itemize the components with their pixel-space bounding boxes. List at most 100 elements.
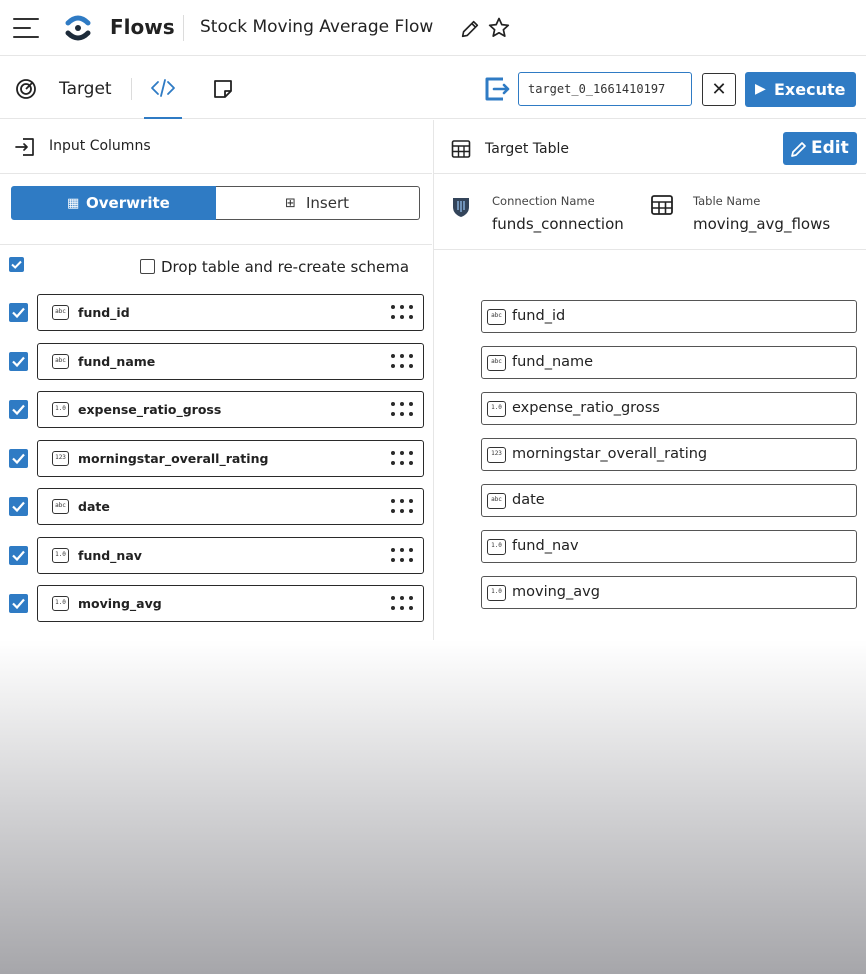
column-checkbox[interactable] [9,594,28,613]
edit-button[interactable]: Edit [783,132,857,165]
app-title: Flows [110,15,175,39]
input-column-row: 1.0 moving_avg [0,585,432,622]
column-type-icon: abc [52,305,69,320]
checkmark-icon [12,404,25,416]
connection-name-value: funds_connection [492,215,624,233]
column-name: date [78,499,110,514]
input-column-field[interactable]: 1.0 fund_nav [37,536,424,574]
column-type-icon: abc [52,353,69,369]
column-type-icon: 1.0 [487,585,506,601]
close-icon: ✕ [711,79,727,100]
overwrite-mode-button[interactable]: ▦ Overwrite [11,186,216,220]
connection-info: Connection Name funds_connection Table N… [434,175,866,250]
drag-handle-icon[interactable] [391,547,413,564]
tab-code[interactable] [144,57,182,119]
execute-button[interactable]: ▶ Execute [745,72,856,107]
column-type-icon: 1.0 [487,401,506,417]
target-column-name: morningstar_overall_rating [512,446,708,462]
column-checkbox[interactable] [9,303,28,322]
input-icon [15,138,34,156]
options-divider [0,244,432,245]
column-name: fund_id [78,305,130,320]
active-tab-indicator [144,117,182,119]
column-checkbox[interactable] [9,545,28,565]
select-all-checkbox[interactable] [9,257,24,272]
target-column-name: moving_avg [512,584,600,600]
checkmark-icon [12,501,25,513]
column-name: fund_name [78,353,156,369]
column-name: expense_ratio_gross [78,402,222,417]
drag-handle-icon[interactable] [391,305,413,321]
target-column-field[interactable]: 1.0 fund_nav [481,530,857,563]
favorite-star-icon[interactable] [487,16,511,40]
overwrite-label: Overwrite [86,194,170,212]
input-column-field[interactable]: abc fund_name [37,342,424,380]
column-type-icon: 1.0 [52,402,69,417]
input-column-field[interactable]: 123 morningstar_overall_rating [37,439,424,477]
node-toolbar: Target ✕ ▶ Execute [0,57,866,119]
target-table-panel: Target Table Edit Connection Name funds_… [433,120,866,640]
input-column-field[interactable]: 1.0 moving_avg [37,585,424,622]
header-divider [183,15,184,41]
target-name-input[interactable] [518,72,692,106]
target-column-field[interactable]: 123 morningstar_overall_rating [481,438,857,471]
drop-table-label: Drop table and re-create schema [161,258,410,276]
column-checkbox[interactable] [9,448,28,468]
column-type-icon: 1.0 [487,539,506,555]
table-name-label: Table Name [693,194,761,208]
target-column-field[interactable]: abc date [481,484,857,517]
target-column-name: fund_name [512,354,594,370]
input-column-field[interactable]: abc fund_id [37,294,424,331]
column-name: fund_nav [78,547,142,563]
column-name: morningstar_overall_rating [78,450,269,466]
target-column-field[interactable]: 1.0 expense_ratio_gross [481,392,857,425]
input-column-row: 1.0 expense_ratio_gross [0,391,432,428]
column-type-icon: abc [52,499,69,514]
target-column-field[interactable]: abc fund_name [481,346,857,379]
input-column-field[interactable]: 1.0 expense_ratio_gross [37,391,424,428]
grid-plus-icon: ⊞ [285,196,296,211]
column-checkbox[interactable] [9,400,28,419]
insert-mode-button[interactable]: ⊞ Insert [216,186,420,220]
drag-handle-icon[interactable] [391,499,413,515]
target-column-name: fund_id [512,308,566,324]
column-checkbox[interactable] [9,497,28,516]
drag-handle-icon[interactable] [391,353,413,370]
input-column-row: abc fund_name [0,342,432,380]
checkmark-icon [12,307,25,319]
column-type-icon: abc [487,493,506,509]
input-column-field[interactable]: abc date [37,488,424,525]
drag-handle-icon[interactable] [391,596,413,612]
hamburger-menu-icon[interactable] [13,17,39,39]
panel-title: Input Columns [49,138,151,154]
rename-pencil-icon[interactable] [459,18,481,40]
note-icon[interactable] [211,77,235,101]
connection-name-label: Connection Name [492,194,595,208]
flows-logo-icon [65,15,91,41]
drag-handle-icon[interactable] [391,450,413,467]
grid-icon: ▦ [67,196,80,211]
export-icon[interactable] [483,76,511,102]
flow-title: Stock Moving Average Flow [200,17,434,37]
input-column-row: 1.0 fund_nav [0,536,432,574]
column-name: moving_avg [78,596,162,611]
code-icon [151,79,175,97]
column-type-icon: 123 [52,450,69,466]
drop-table-checkbox[interactable] [140,259,155,274]
input-column-row: abc date [0,488,432,525]
pencil-icon [791,142,806,157]
drag-handle-icon[interactable] [391,402,413,418]
column-checkbox[interactable] [9,351,28,371]
target-column-field[interactable]: abc fund_id [481,300,857,333]
table-icon [451,140,471,158]
target-icon [16,79,36,99]
clear-button[interactable]: ✕ [702,73,736,106]
target-column-field[interactable]: 1.0 moving_avg [481,576,857,609]
edit-label: Edit [811,138,849,158]
input-column-row: abc fund_id [0,294,432,331]
panel-title: Target Table [485,141,569,157]
node-type-label: Target [59,79,112,99]
input-columns-panel: Input Columns ▦ Overwrite ⊞ Insert Drop … [0,120,432,640]
app-header: Flows Stock Moving Average Flow [0,0,866,56]
toolbar-divider [131,78,132,100]
